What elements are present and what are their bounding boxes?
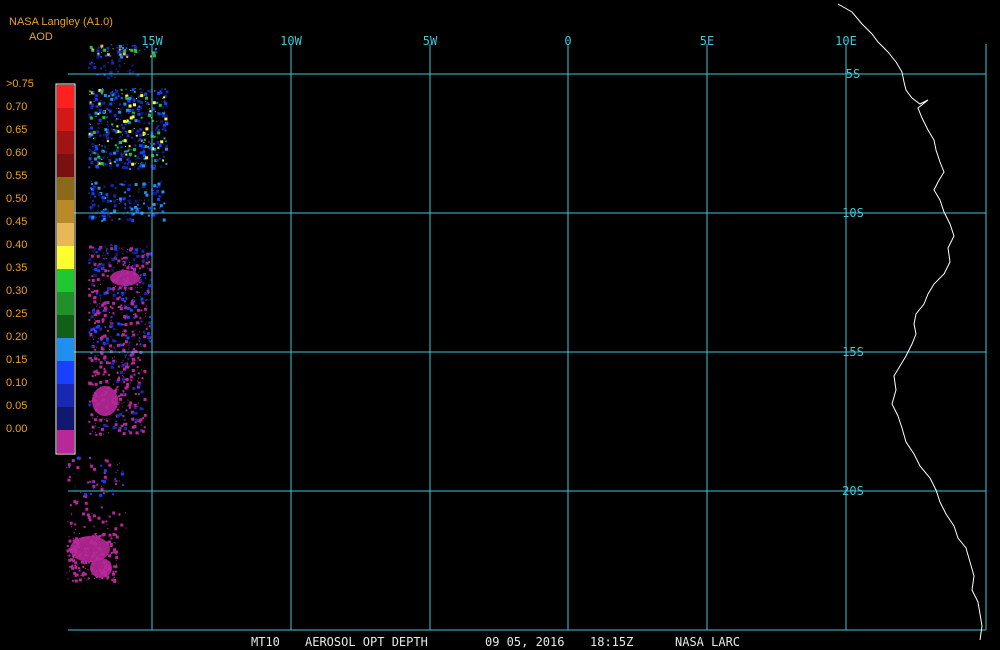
legend-value-label: 0.35 [6,262,28,274]
legend-swatch [57,338,74,361]
legend-swatch [57,154,74,177]
color-legend-bar [55,83,76,455]
legend-value-label: 0.60 [6,147,28,159]
legend-value-label: 0.15 [6,354,28,366]
lat-label: 15S [842,345,864,359]
coastline [837,3,983,641]
legend-swatch [57,269,74,292]
legend-swatch [57,292,74,315]
lat-label: 10S [842,206,864,220]
lon-label: 15W [141,34,163,48]
africa-coastline [837,3,983,641]
legend-value-label: 0.25 [6,308,28,320]
legend-swatch [57,246,74,269]
legend-swatch [57,430,74,453]
legend-value-label: 0.20 [6,331,28,343]
lat-label: 20S [842,484,864,498]
legend-value-label: >0.75 [6,78,34,90]
legend-value-label: 0.10 [6,377,28,389]
lat-label: 5S [846,67,860,81]
product-title: AEROSOL OPT DEPTH [305,635,428,649]
map-canvas: 15W 10W 5W 0 5E 10E 5S 10S 15S 20S [55,3,987,641]
legend-value-label: 0.45 [6,216,28,228]
legend-swatch [57,131,74,154]
lon-label: 5W [423,34,438,48]
lat-lon-grid [68,44,987,631]
lon-label: 0 [564,34,571,48]
legend-swatch [57,108,74,131]
unit-label: AOD [29,31,53,43]
lon-label: 10W [280,34,302,48]
product-code: MT10 [251,635,280,649]
image-time: 18:15Z [590,635,634,649]
legend-value-label: 0.00 [6,423,28,435]
legend-value-label: 0.55 [6,170,28,182]
legend-value-label: 0.40 [6,239,28,251]
lon-label: 10E [835,34,857,48]
legend-value-label: 0.50 [6,193,28,205]
legend-swatch [57,361,74,384]
legend-swatch [57,200,74,223]
legend-value-label: 0.05 [6,400,28,412]
legend-swatch [57,85,74,108]
agency-label: NASA LARC [675,635,741,649]
legend-swatch [57,407,74,430]
legend-value-label: 0.65 [6,124,28,136]
grid-labels: 15W 10W 5W 0 5E 10E 5S 10S 15S 20S [141,34,864,498]
legend-swatch [57,223,74,246]
lon-label: 5E [700,34,714,48]
image-date: 09 05, 2016 [485,635,565,649]
legend-swatch [57,177,74,200]
data-source-label: NASA Langley (A1.0) [9,16,113,28]
aod-data-layer [66,44,169,583]
legend-value-label: 0.70 [6,101,28,113]
legend-swatch [57,384,74,407]
legend-swatch [57,315,74,338]
satellite-map-view: 15W 10W 5W 0 5E 10E 5S 10S 15S 20S NASA Langley (… [0,0,1000,650]
legend-value-label: 0.30 [6,285,28,297]
